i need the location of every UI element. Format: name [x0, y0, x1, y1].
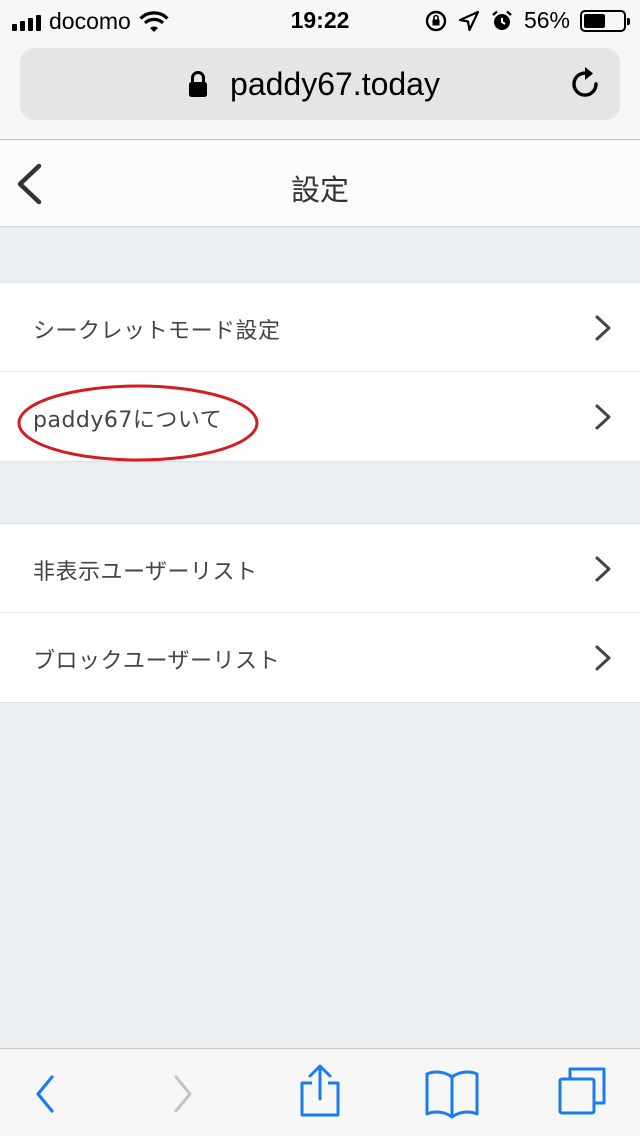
chevron-right-icon: [595, 645, 611, 671]
list-item-label: シークレットモード設定: [33, 319, 281, 344]
battery-level: [584, 13, 606, 28]
settings-section-1: シークレットモード設定 paddy67について: [0, 282, 640, 462]
bookmarks-icon[interactable]: [424, 1067, 480, 1119]
list-item-label: paddy67について: [33, 408, 223, 433]
alarm-icon: [492, 10, 512, 30]
list-item-hidden-users[interactable]: 非表示ユーザーリスト: [0, 524, 640, 613]
chevron-right-icon: [595, 556, 611, 582]
address-bar[interactable]: paddy67.today: [20, 48, 620, 120]
status-bar: docomo 19:22 56%: [0, 0, 640, 40]
settings-section-2: 非表示ユーザーリスト ブロックユーザーリスト: [0, 523, 640, 703]
list-item-label: ブロックユーザーリスト: [33, 649, 281, 674]
page-title: 設定: [290, 173, 349, 207]
forward-icon[interactable]: [168, 1069, 198, 1119]
battery-percent: 56%: [523, 7, 570, 33]
back-icon[interactable]: [30, 1069, 60, 1119]
share-icon[interactable]: [298, 1063, 342, 1119]
orientation-lock-icon: [425, 10, 447, 31]
list-item-about[interactable]: paddy67について: [0, 372, 640, 462]
location-icon: [458, 10, 480, 31]
list-item-secret-mode[interactable]: シークレットモード設定: [0, 283, 640, 372]
browser-address-area: paddy67.today: [0, 40, 640, 140]
battery-icon: [580, 9, 630, 32]
tabs-icon[interactable]: [556, 1065, 608, 1117]
url-value: paddy67.today: [230, 66, 440, 102]
list-item-label: 非表示ユーザーリスト: [33, 560, 258, 585]
page-header: 設定: [0, 141, 640, 227]
browser-toolbar: [0, 1048, 640, 1136]
list-item-blocked-users[interactable]: ブロックユーザーリスト: [0, 613, 640, 702]
chevron-right-icon: [595, 315, 611, 341]
reload-icon[interactable]: [566, 65, 604, 103]
chevron-right-icon: [595, 404, 611, 430]
status-right: 56%: [424, 7, 630, 34]
url-text: paddy67.today: [20, 66, 620, 103]
